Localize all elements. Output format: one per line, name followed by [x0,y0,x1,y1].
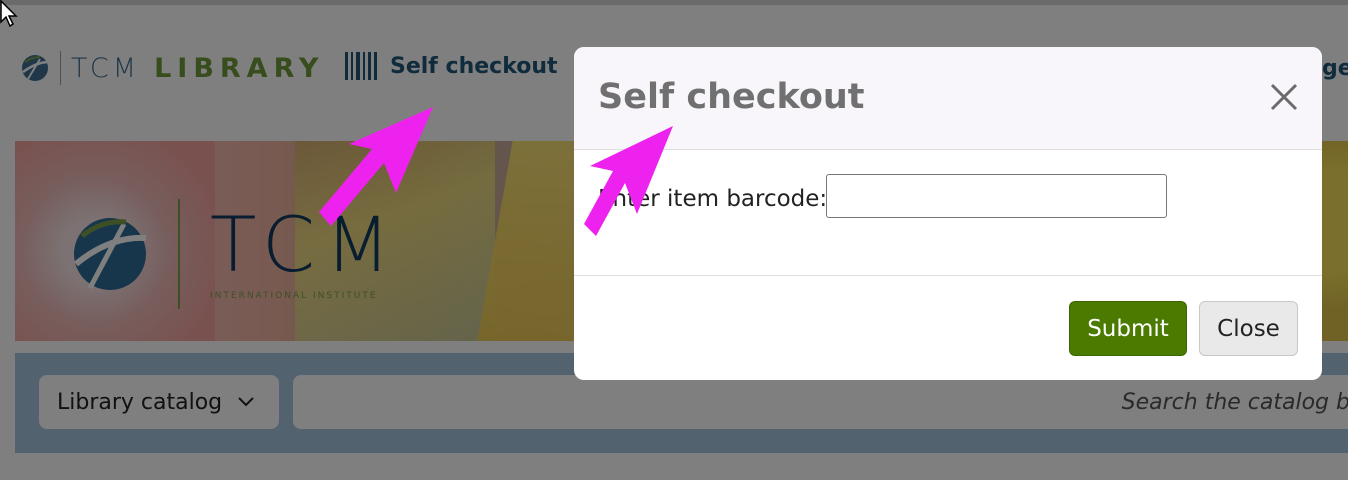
close-button[interactable]: Close [1199,301,1298,356]
modal-body: Enter item barcode: [574,150,1322,275]
submit-button[interactable]: Submit [1069,301,1187,356]
modal-header: Self checkout [574,47,1322,150]
barcode-field-label: Enter item barcode: [598,186,828,212]
close-icon[interactable] [1268,81,1300,113]
modal-title: Self checkout [598,77,865,117]
self-checkout-modal: Self checkout Enter item barcode: Submit… [574,47,1322,380]
barcode-field[interactable] [826,174,1167,218]
modal-footer: Submit Close [574,275,1322,380]
mouse-cursor-icon [0,0,18,28]
